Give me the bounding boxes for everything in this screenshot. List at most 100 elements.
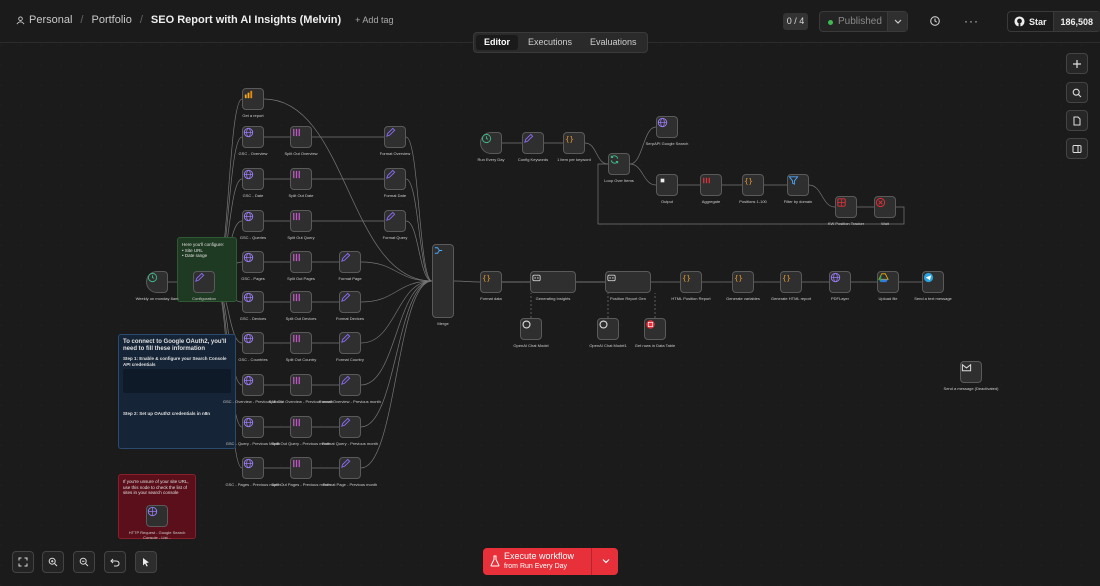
node-send-message[interactable] [960,361,982,383]
node-weekly-trigger[interactable] [146,271,168,293]
node-openai-chat-1[interactable] [520,318,542,340]
node-get-rows[interactable] [644,318,666,340]
node-split-devices[interactable] [290,291,312,313]
node-format-devices[interactable] [339,291,361,313]
node-split-overview-prev[interactable] [290,374,312,396]
node-position-report-gen[interactable] [605,271,651,293]
breadcrumb-separator: / [139,14,143,26]
zoom-to-fit-button[interactable] [12,551,34,573]
node-format-date[interactable] [384,168,406,190]
workflow-canvas[interactable]: Here you'll configure: • Site URL • Date… [0,44,1100,586]
node-format-page-prev[interactable] [339,457,361,479]
sticky-note-oauth[interactable]: To connect to Google OAuth2, you'll need… [118,334,236,449]
node-format-country[interactable] [339,332,361,354]
node-gsc-query-prev[interactable] [242,416,264,438]
node-format-query[interactable] [384,210,406,232]
sticky-step: Step 2: Set up OAuth2 credentials in n8n [123,411,211,416]
node-split-overview[interactable] [290,126,312,148]
node-split-query-prev[interactable] [290,416,312,438]
chevron-down-icon[interactable] [601,555,611,567]
node-label: SerpAPI Google Search [645,141,689,146]
node-generate-variables[interactable]: {} [732,271,754,293]
node-label: Split Out Query [287,235,315,240]
node-split-pages-prev[interactable] [290,457,312,479]
zoom-in-button[interactable] [42,551,64,573]
node-position-top100[interactable]: {} [742,174,764,196]
more-options-icon[interactable]: ··· [964,15,979,27]
breadcrumb-separator: / [80,14,84,26]
node-wait[interactable] [874,196,896,218]
node-format-overview-prev[interactable] [339,374,361,396]
history-icon[interactable] [929,15,941,27]
svg-text:{}: {} [482,273,491,282]
node-label: Send a text message [914,296,952,301]
node-gsc-devices[interactable] [242,291,264,313]
node-run-every-day[interactable] [480,132,502,154]
eval-counter: 0 / 4 [783,13,808,30]
node-gsc-date[interactable] [242,168,264,190]
publish-label: Published [838,16,882,27]
node-split-query[interactable] [290,210,312,232]
node-format-data[interactable]: {} [480,271,502,293]
github-star-button[interactable]: Star 186,508 [1007,11,1100,32]
node-config-keywords[interactable] [522,132,544,154]
zoom-out-button[interactable] [73,551,95,573]
flask-icon [490,555,500,567]
github-star-count: 186,508 [1053,12,1100,31]
undo-icon [110,558,120,567]
execute-workflow-button[interactable]: Execute workflow from Run Every Day [483,548,618,575]
breadcrumb-folder[interactable]: Portfolio [91,14,131,26]
node-http-request[interactable] [146,505,168,527]
github-icon [1014,16,1025,27]
node-configuration[interactable] [193,271,215,293]
node-upload-file[interactable] [877,271,899,293]
node-label: Position Report Gen [609,296,647,301]
node-serpapi[interactable] [656,116,678,138]
node-output[interactable] [656,174,678,196]
node-label: Format Devices [335,316,364,321]
node-aggregate[interactable] [700,174,722,196]
node-kw-tracker[interactable] [835,196,857,218]
node-send-text[interactable] [922,271,944,293]
node-openai-chat-2[interactable] [597,318,619,340]
node-gsc-pages-prev[interactable] [242,457,264,479]
node-label: Get a report [242,113,264,118]
node-generating-insights[interactable] [530,271,576,293]
node-label: Configuration [192,296,216,301]
node-format-overview[interactable] [384,126,406,148]
node-get-a-report[interactable] [242,88,264,110]
node-gsc-overview-prev[interactable] [242,374,264,396]
pointer-tool-button[interactable] [135,551,157,573]
svg-text:{}: {} [682,273,691,282]
node-pdflayer[interactable] [829,271,851,293]
zoom-out-icon [79,557,89,567]
undo-button[interactable] [104,551,126,573]
node-split-date[interactable] [290,168,312,190]
node-item-per-keyword[interactable]: {} [563,132,585,154]
node-filter-domain[interactable] [787,174,809,196]
node-split-country[interactable] [290,332,312,354]
node-format-page[interactable] [339,251,361,273]
add-tag-button[interactable]: + Add tag [355,15,393,25]
sticky-code-block [123,369,231,393]
publish-dropdown[interactable] [887,12,907,31]
breadcrumb-workspace[interactable]: Personal [29,14,72,26]
node-label: Filter by domain [783,199,813,204]
node-label: Format Country [336,357,364,362]
node-label: Generating Insights [535,296,571,301]
node-merge[interactable] [432,244,454,318]
node-split-pages[interactable] [290,251,312,273]
zoom-in-icon [48,557,58,567]
node-gsc-overview[interactable] [242,126,264,148]
node-html-position-report[interactable]: {} [680,271,702,293]
node-generate-html-report[interactable]: {} [780,271,802,293]
node-gsc-pages[interactable] [242,251,264,273]
node-label: Format Overview [379,151,411,156]
node-format-query-prev[interactable] [339,416,361,438]
node-label: 1 item per keyword [557,157,591,162]
publish-button[interactable]: Published [819,11,908,32]
node-gsc-queries[interactable] [242,210,264,232]
workflow-title[interactable]: SEO Report with AI Insights (Melvin) [151,14,341,26]
node-loop-over-items[interactable] [608,153,630,175]
node-gsc-countries[interactable] [242,332,264,354]
